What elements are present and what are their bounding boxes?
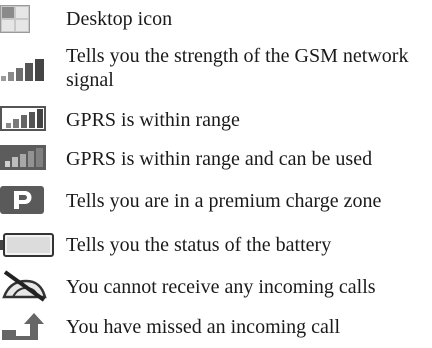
legend-desc-line2: signal xyxy=(66,69,114,91)
signal-strength-icon xyxy=(0,58,48,82)
desktop-icon xyxy=(0,5,30,33)
premium-zone-icon xyxy=(0,186,44,214)
battery-icon xyxy=(0,233,54,257)
no-incoming-calls-icon xyxy=(0,270,48,302)
legend-row-missed-call: You have missed an incoming call xyxy=(0,306,432,348)
legend-row-premium: Tells you are in a premium charge zone xyxy=(0,176,432,222)
status-icon-legend: Desktop icon Tells you the strength of t… xyxy=(0,0,432,348)
legend-row-no-calls: You cannot receive any incoming calls xyxy=(0,266,432,306)
gprs-in-use-icon xyxy=(0,145,48,171)
gprs-in-range-icon xyxy=(0,106,48,132)
legend-row-gprs-usable: GPRS is within range and can be used xyxy=(0,138,432,176)
legend-row-desktop: Desktop icon xyxy=(0,0,432,38)
legend-row-battery: Tells you the status of the battery xyxy=(0,222,432,266)
missed-call-icon xyxy=(0,312,44,342)
legend-desc: GPRS is within range xyxy=(66,109,240,131)
legend-desc: Desktop icon xyxy=(66,8,173,30)
legend-desc-line1: Tells you the strength of the GSM networ… xyxy=(66,45,409,67)
legend-row-gprs-range: GPRS is within range xyxy=(0,100,432,138)
legend-desc: You have missed an incoming call xyxy=(66,316,341,338)
legend-desc: You cannot receive any incoming calls xyxy=(66,276,376,298)
legend-row-signal: Tells you the strength of the GSM networ… xyxy=(0,38,432,100)
legend-desc: Tells you are in a premium charge zone xyxy=(66,190,382,212)
legend-desc: Tells you the status of the battery xyxy=(66,234,332,256)
legend-desc: GPRS is within range and can be used xyxy=(66,148,373,170)
